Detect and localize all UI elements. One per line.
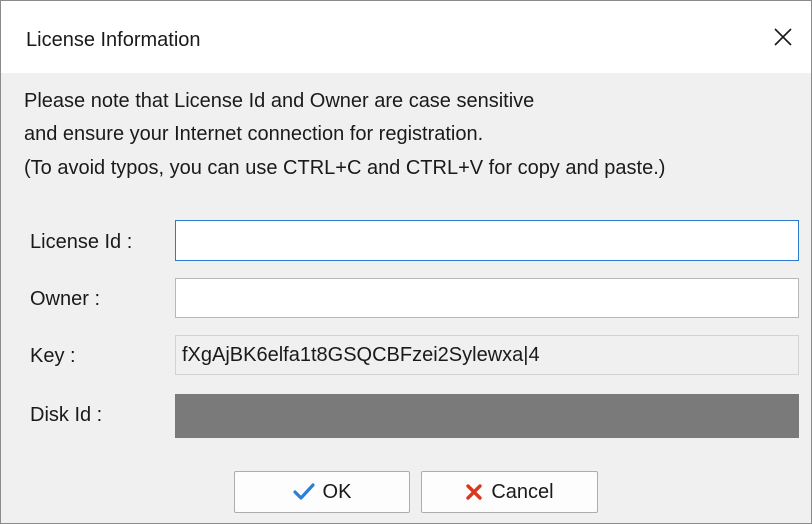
checkmark-icon xyxy=(292,483,315,500)
instruction-line-1: Please note that License Id and Owner ar… xyxy=(24,90,535,112)
close-button[interactable] xyxy=(755,1,811,73)
dialog-title: License Information xyxy=(26,29,201,51)
ok-button-label: OK xyxy=(322,480,352,503)
key-field[interactable]: fXgAjBK6elfa1t8GSQCBFzei2Sylewxa|4 xyxy=(175,335,799,375)
red-x-icon xyxy=(466,484,483,500)
disk-id-label: Disk Id : xyxy=(30,404,103,426)
license-id-label: License Id : xyxy=(30,231,133,253)
owner-input[interactable] xyxy=(175,278,799,318)
license-dialog: License Information Please note that Lic… xyxy=(0,0,812,524)
instruction-line-3: (To avoid typos, you can use CTRL+C and … xyxy=(24,157,666,179)
license-id-input[interactable] xyxy=(175,220,799,261)
cancel-button-label: Cancel xyxy=(491,480,554,503)
key-label: Key : xyxy=(30,345,76,367)
ok-button[interactable]: OK xyxy=(234,471,410,513)
instruction-line-2: and ensure your Internet connection for … xyxy=(24,123,484,145)
disk-id-field xyxy=(175,394,799,438)
close-x-icon xyxy=(774,28,792,46)
owner-label: Owner : xyxy=(30,288,101,310)
cancel-button[interactable]: Cancel xyxy=(421,471,598,513)
title-bar: License Information xyxy=(1,1,811,73)
